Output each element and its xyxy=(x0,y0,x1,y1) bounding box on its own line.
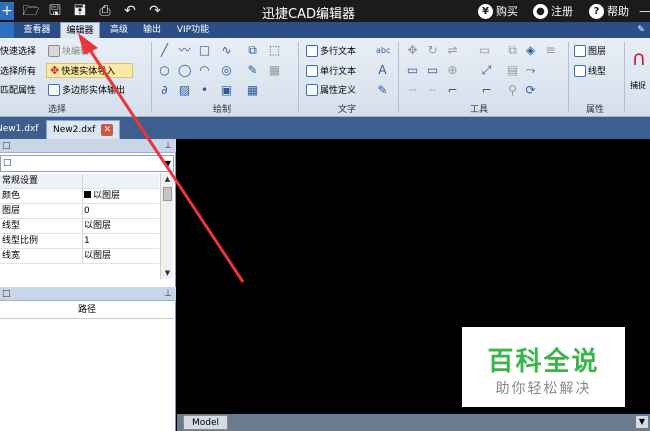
arrow-line xyxy=(86,46,245,283)
annotation-arrow xyxy=(78,33,245,283)
arrow-head xyxy=(78,33,98,55)
